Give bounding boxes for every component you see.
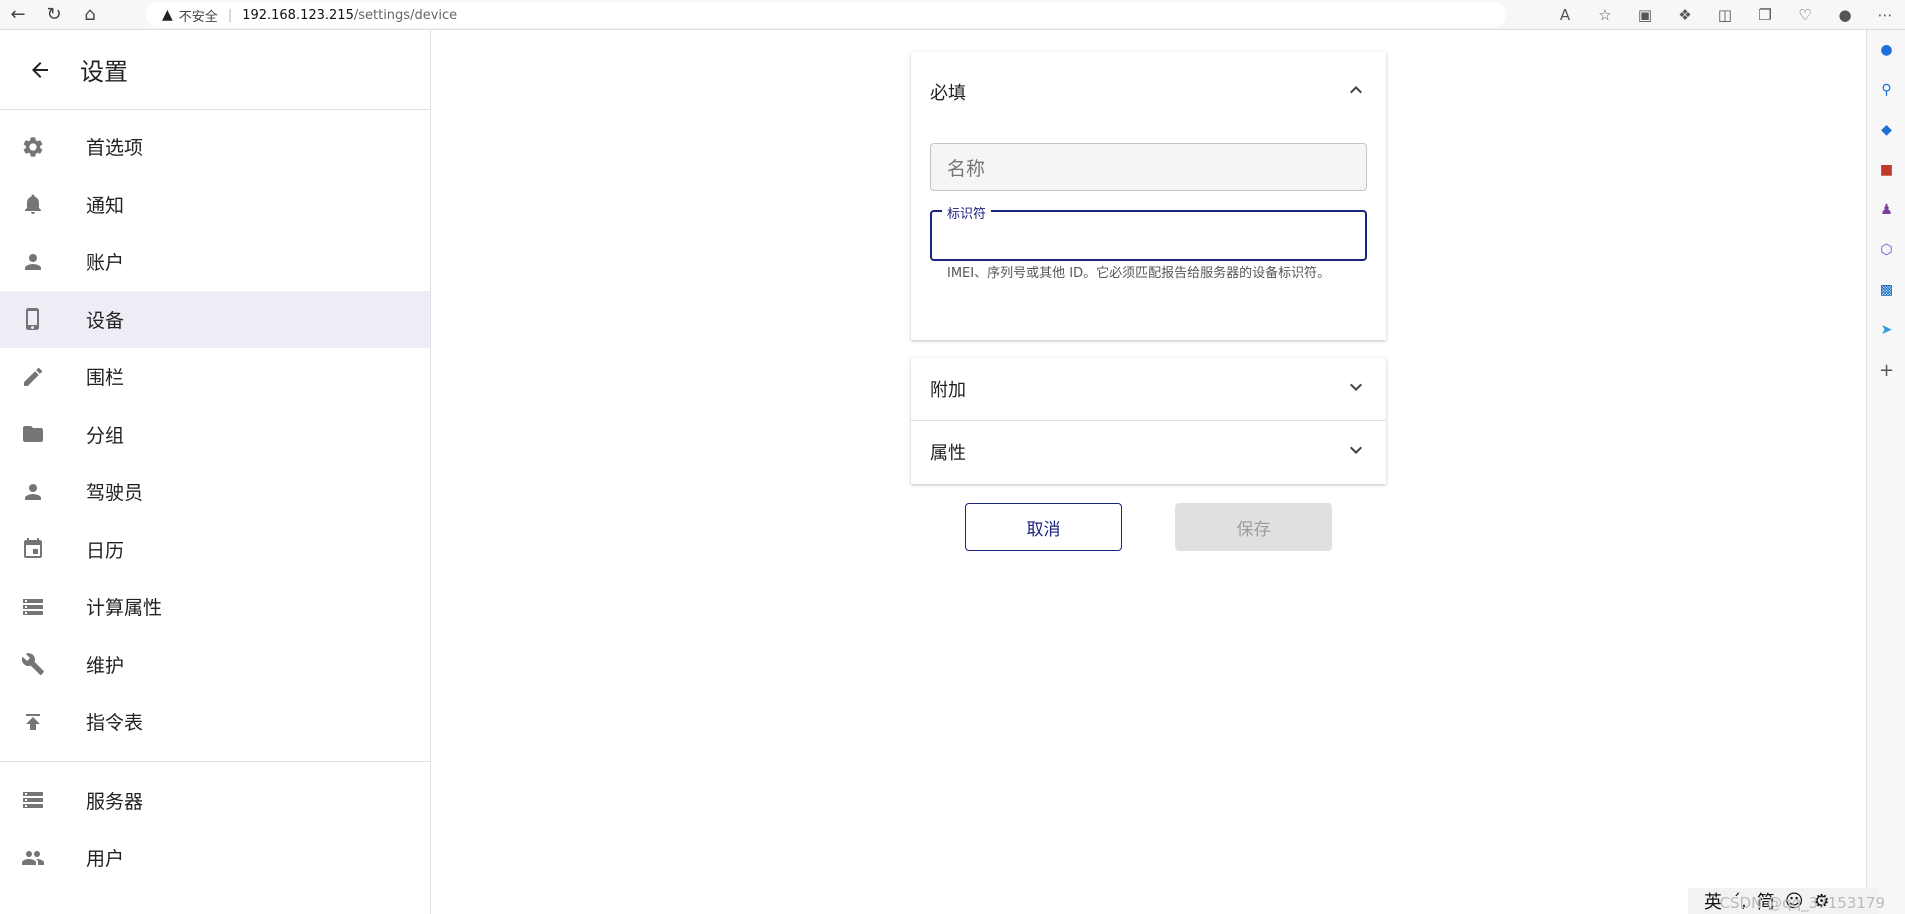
required-accordion-header[interactable]: 必填 (911, 52, 1386, 132)
shopping-tag-icon[interactable]: ◆ (1867, 110, 1905, 150)
sidebar-list: 首选项 通知 账户 设备 围栏 分组 驾驶员 日历 计算属性 维护 指令表 服务… (0, 110, 430, 887)
name-placeholder: 名称 (947, 157, 986, 180)
sidebar-item-calendars[interactable]: 日历 (0, 521, 430, 579)
extra-title: 附加 (930, 380, 966, 401)
name-field[interactable]: 名称 (930, 143, 1367, 191)
sidebar-item-maintenance[interactable]: 维护 (0, 636, 430, 694)
pencil-icon (0, 365, 86, 389)
sidebar-item-label: 通知 (86, 194, 125, 217)
gear-icon (0, 135, 86, 159)
bell-icon[interactable]: ● (1867, 30, 1905, 70)
attributes-accordion-header[interactable]: 属性 (911, 420, 1386, 482)
sidebar-item-label: 设备 (86, 309, 125, 332)
chevron-down-icon[interactable] (1344, 375, 1368, 403)
home-icon[interactable]: ⌂ (72, 0, 108, 30)
outlook-icon[interactable]: ▩ (1867, 270, 1905, 310)
required-accordion: 必填 名称 标识符 IMEI、序列号或其他 ID。它必须匹配报告给服务器的设备标… (911, 52, 1386, 340)
chevron-down-icon[interactable] (1344, 438, 1368, 466)
insecure-label: 不安全 (178, 9, 218, 25)
settings-sidebar: 设置 首选项 通知 账户 设备 围栏 分组 驾驶员 日历 计算属性 维护 指令表… (0, 30, 431, 914)
office-icon[interactable]: ⬡ (1867, 230, 1905, 270)
publish-icon (0, 710, 86, 734)
calendar-icon (0, 537, 86, 561)
optional-accordions: 附加 属性 (911, 358, 1386, 484)
search-icon[interactable]: ⚲ (1867, 70, 1905, 110)
toolbox-icon[interactable]: ■ (1867, 150, 1905, 190)
sidebar-item-label: 指令表 (86, 712, 144, 735)
refresh-icon[interactable]: ↻ (36, 0, 72, 30)
person-icon (0, 480, 86, 504)
sidebar-title: 设置 (80, 58, 128, 86)
back-arrow-icon[interactable] (0, 58, 80, 82)
storage-icon (0, 595, 86, 619)
games-icon[interactable]: ♟ (1867, 190, 1905, 230)
add-icon[interactable]: + (1867, 350, 1905, 390)
sidebar-item-label: 围栏 (86, 367, 125, 390)
identifier-helper-text: IMEI、序列号或其他 ID。它必须匹配报告给服务器的设备标识符。 (947, 266, 1331, 281)
favorite-star-icon[interactable]: ☆ (1585, 0, 1625, 30)
sidebar-item-saved-commands[interactable]: 指令表 (0, 693, 430, 751)
wrench-icon (0, 652, 86, 676)
attributes-title: 属性 (930, 442, 966, 464)
cancel-button[interactable]: 取消 (965, 503, 1122, 551)
sidebar-item-drivers[interactable]: 驾驶员 (0, 463, 430, 521)
sidebar-divider (0, 760, 430, 762)
identifier-field[interactable]: 标识符 (930, 203, 1367, 261)
person-icon (0, 250, 86, 274)
sidebar-header: 设置 (0, 30, 430, 110)
sidebar-item-label: 驾驶员 (86, 482, 144, 505)
address-bar[interactable]: ▲ 不安全 | 192.168.123.215/settings/device (146, 2, 1506, 28)
address-separator: | (227, 7, 233, 23)
extension-icon[interactable]: ▣ (1625, 0, 1665, 30)
profile-avatar-icon[interactable]: ● (1825, 0, 1865, 30)
sidebar-item-label: 计算属性 (86, 597, 163, 620)
people-icon (0, 846, 86, 870)
browser-toolbar: ← ↻ ⌂ ▲ 不安全 | 192.168.123.215/settings/d… (0, 0, 1905, 30)
sidebar-item-computed-attributes[interactable]: 计算属性 (0, 578, 430, 636)
bell-icon (0, 192, 86, 216)
warning-icon: ▲ (162, 7, 173, 23)
sidebar-item-notifications[interactable]: 通知 (0, 176, 430, 234)
url-host: 192.168.123.215 (242, 7, 354, 23)
sidebar-item-geofences[interactable]: 围栏 (0, 348, 430, 406)
send-icon[interactable]: ➤ (1867, 310, 1905, 350)
sidebar-item-users[interactable]: 用户 (0, 829, 430, 887)
chevron-up-icon[interactable] (1344, 78, 1368, 106)
back-icon[interactable]: ← (0, 0, 36, 30)
sidebar-item-server[interactable]: 服务器 (0, 772, 430, 830)
phone-icon (0, 307, 86, 331)
split-screen-icon[interactable]: ◫ (1705, 0, 1745, 30)
url-path: /settings/device (353, 7, 458, 23)
sidebar-item-groups[interactable]: 分组 (0, 406, 430, 464)
sidebar-item-label: 首选项 (86, 137, 144, 160)
puzzle-icon[interactable]: ❖ (1665, 0, 1705, 30)
sidebar-item-account[interactable]: 账户 (0, 233, 430, 291)
more-menu-icon[interactable]: ⋯ (1865, 0, 1905, 30)
sidebar-item-label: 日历 (86, 539, 125, 562)
sidebar-item-preferences[interactable]: 首选项 (0, 118, 430, 176)
edge-side-panel: ● ⚲ ◆ ■ ♟ ⬡ ▩ ➤ + (1866, 30, 1905, 914)
read-aloud-icon[interactable]: A (1545, 0, 1585, 30)
sidebar-item-label: 分组 (86, 424, 125, 447)
watermark: CSDN @qq_37153179 (1719, 894, 1885, 912)
sidebar-item-label: 用户 (86, 848, 125, 871)
browser-essentials-icon[interactable]: ♡ (1785, 0, 1825, 30)
save-button[interactable]: 保存 (1175, 503, 1332, 551)
sidebar-item-label: 服务器 (86, 790, 144, 813)
extra-accordion-header[interactable]: 附加 (911, 358, 1386, 420)
folder-icon (0, 422, 86, 446)
required-title: 必填 (930, 83, 966, 104)
storage-icon (0, 788, 86, 812)
sidebar-item-label: 维护 (86, 654, 125, 677)
sidebar-item-label: 账户 (86, 252, 125, 275)
identifier-label: 标识符 (942, 203, 992, 222)
sidebar-item-devices[interactable]: 设备 (0, 290, 430, 348)
collections-icon[interactable]: ❐ (1745, 0, 1785, 30)
